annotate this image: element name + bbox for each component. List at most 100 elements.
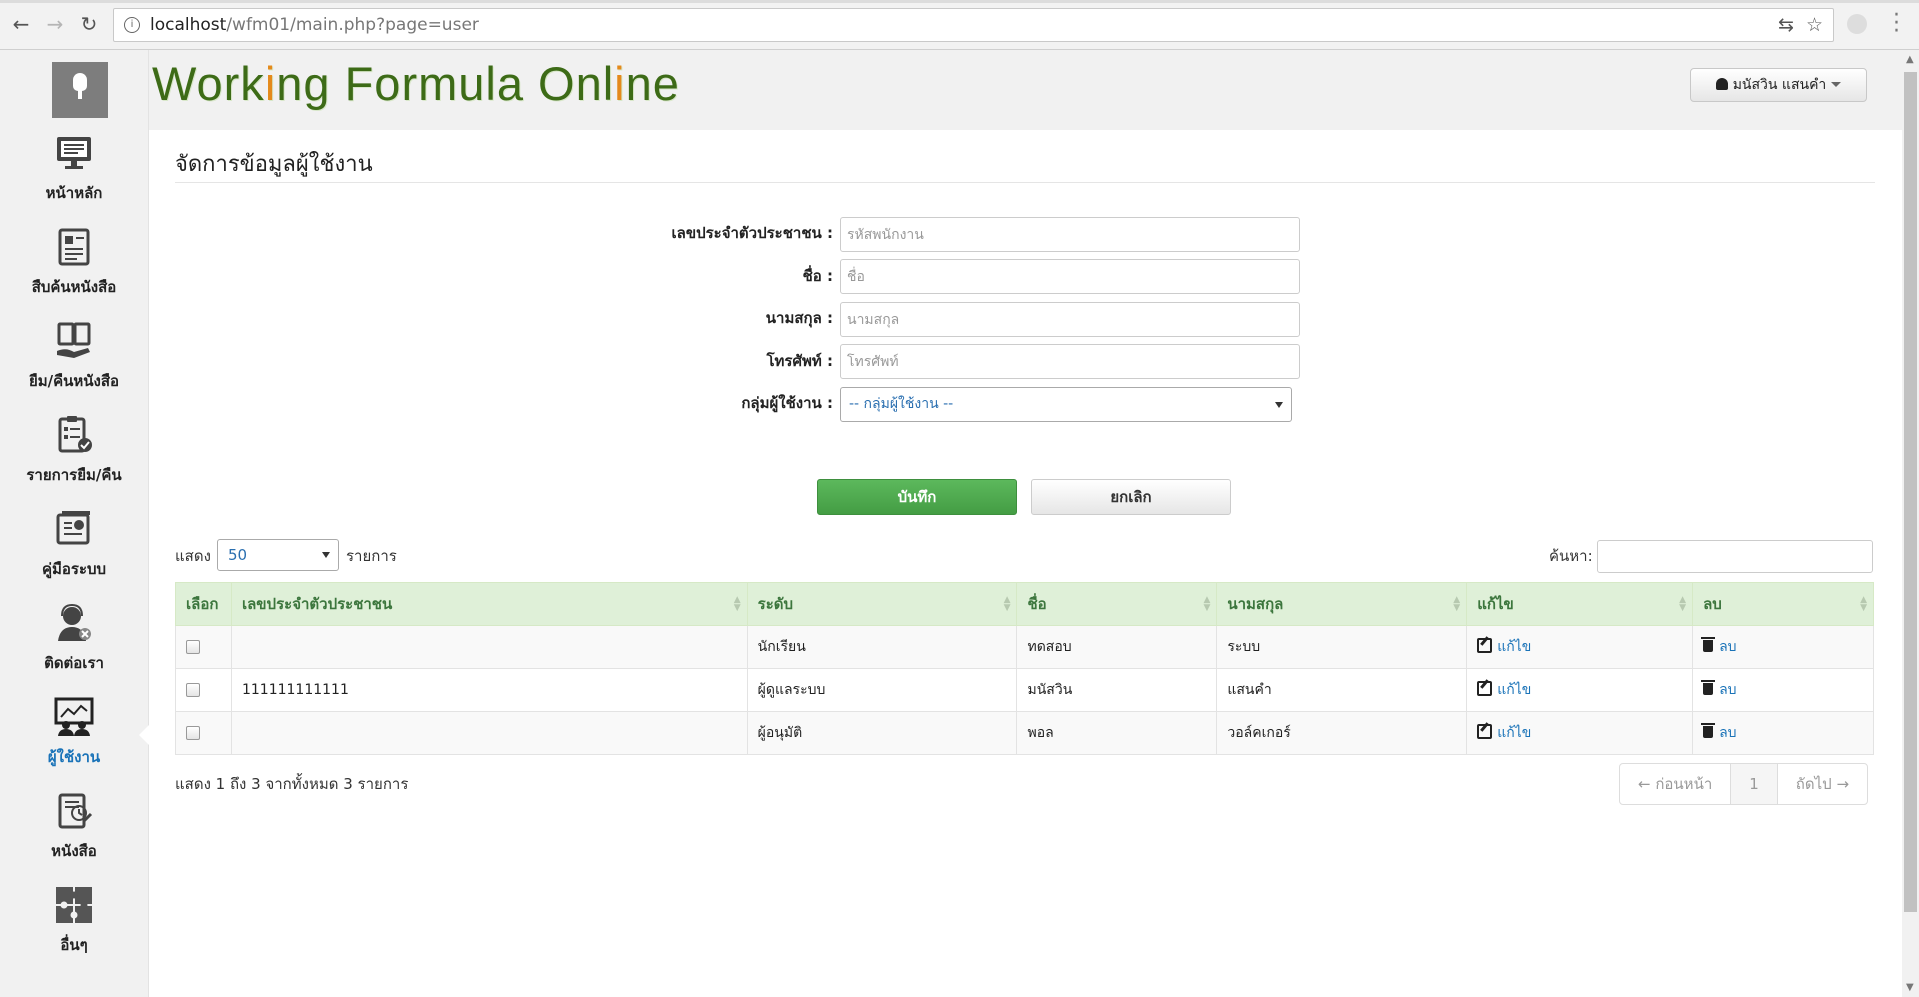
- id-cell: 111111111111: [230, 668, 748, 712]
- surname-label: นามสกุล :: [765, 309, 833, 327]
- sidebar-item-users[interactable]: ผู้ใช้งาน: [0, 697, 148, 787]
- sidebar-item-label: คู่มือระบบ: [41, 560, 107, 578]
- col-header-id[interactable]: เลขประจำตัวประชาชน ▲ ▼: [230, 582, 748, 626]
- sort-icon: ▲ ▼: [1453, 595, 1461, 613]
- select-cell: [175, 668, 232, 712]
- col-header-label: แก้ไข: [1477, 595, 1514, 613]
- row-checkbox[interactable]: [186, 683, 200, 697]
- logo-text-6: ne: [625, 57, 680, 110]
- sidebar-item-label: หนังสือ: [51, 842, 97, 860]
- phone-input[interactable]: [840, 344, 1300, 379]
- sort-icon: ▲ ▼: [1860, 595, 1867, 613]
- reload-icon[interactable]: ↻: [77, 12, 101, 36]
- sidebar-item-label: หน้าหลัก: [45, 184, 103, 202]
- sidebar-item-search-books[interactable]: สืบค้นหนังสือ: [0, 227, 148, 317]
- lastname-cell: วอล์คเกอร์: [1216, 711, 1468, 755]
- sidebar-item-home[interactable]: หน้าหลัก: [0, 133, 148, 223]
- scrollbar-thumb[interactable]: [1904, 72, 1917, 912]
- url-path: /wfm01/main.php?page=user: [226, 15, 479, 35]
- sidebar-item-borrow-return[interactable]: ยืม/คืนหนังสือ: [0, 321, 148, 411]
- sidebar-item-label: อื่นๆ: [60, 936, 88, 954]
- col-header-label: นามสกุล: [1227, 595, 1284, 613]
- edit-icon: [1477, 638, 1493, 653]
- name-input[interactable]: [840, 259, 1300, 294]
- edit-link[interactable]: แก้ไข: [1477, 638, 1531, 655]
- dropdown-arrow-icon: [322, 552, 330, 558]
- col-header-edit[interactable]: แก้ไข ▲ ▼: [1466, 582, 1694, 626]
- show-label: แสดง: [175, 547, 211, 565]
- entries-label: รายการ: [346, 547, 397, 565]
- address-bar[interactable]: i localhost/wfm01/main.php?page=user ⇆ ☆: [113, 8, 1834, 42]
- delete-link[interactable]: ลบ: [1701, 723, 1737, 741]
- avatar[interactable]: [52, 62, 108, 118]
- page-title: จัดการข้อมูลผู้ใช้งาน: [175, 152, 373, 177]
- user-icon: [1715, 78, 1728, 90]
- firstname-cell: มนัสวิน: [1016, 668, 1218, 712]
- edit-cell: แก้ไข: [1466, 668, 1694, 712]
- lastname-cell: แสนคำ: [1216, 668, 1468, 712]
- group-select[interactable]: -- กลุ่มผู้ใช้งาน --: [840, 387, 1292, 422]
- col-header-label: ระดับ: [757, 595, 794, 613]
- id-label: เลขประจำตัวประชาชน :: [671, 224, 833, 242]
- sidebar-item-borrow-list[interactable]: รายการยืม/คืน: [0, 415, 148, 505]
- col-header-firstname[interactable]: ชื่อ ▲ ▼: [1016, 582, 1218, 626]
- delete-link[interactable]: ลบ: [1701, 680, 1737, 698]
- url-text[interactable]: localhost/wfm01/main.php?page=user: [150, 15, 479, 35]
- books-hand-icon: [57, 322, 91, 358]
- sidebar-item-contact[interactable]: ติดต่อเรา: [0, 603, 148, 693]
- trash-icon: [1701, 680, 1716, 695]
- edit-link[interactable]: แก้ไข: [1477, 724, 1531, 741]
- info-icon[interactable]: i: [124, 17, 140, 33]
- cancel-button[interactable]: ยกเลิก: [1031, 479, 1231, 515]
- back-arrow-icon[interactable]: ←: [9, 12, 33, 36]
- sidebar-item-label: ยืม/คืนหนังสือ: [28, 372, 120, 390]
- sidebar-item-manual[interactable]: คู่มือระบบ: [0, 509, 148, 599]
- row-checkbox[interactable]: [186, 726, 200, 740]
- col-header-delete[interactable]: ลบ ▲ ▼: [1692, 582, 1874, 626]
- edit-icon: [1477, 681, 1493, 696]
- row-checkbox[interactable]: [186, 640, 200, 654]
- search-input[interactable]: [1597, 540, 1873, 573]
- edit-link[interactable]: แก้ไข: [1477, 681, 1532, 698]
- logo-text-5: i: [614, 57, 626, 110]
- next-page-button[interactable]: ถัดไป →: [1778, 764, 1867, 804]
- select-cell: [175, 711, 232, 755]
- scroll-down-icon[interactable]: ▼: [1906, 982, 1914, 993]
- page-length-select[interactable]: 50: [217, 539, 339, 571]
- monitor-icon: [57, 137, 91, 169]
- sort-icon: ▲ ▼: [733, 595, 741, 613]
- user-menu-button[interactable]: มนัสวิน แสนคำ: [1690, 68, 1867, 102]
- book-edit-icon: [58, 793, 93, 829]
- extension-icon[interactable]: [1847, 14, 1867, 34]
- table-row: ผู้อนุมัติ พอล วอล์คเกอร์ แก้ไข ลบ: [175, 711, 1874, 755]
- avatar-head: [73, 73, 87, 91]
- sidebar-item-others[interactable]: อื่นๆ: [0, 885, 148, 975]
- user-name: มนัสวิน แสนคำ: [1732, 77, 1827, 93]
- edit-label: แก้ไข: [1497, 682, 1532, 698]
- search-label: ค้นหา:: [1549, 547, 1593, 565]
- page-number-button[interactable]: 1: [1731, 764, 1778, 804]
- col-header-level[interactable]: ระดับ ▲ ▼: [746, 582, 1018, 626]
- app-logo[interactable]: Working Formula Online: [152, 56, 680, 111]
- id-input[interactable]: [840, 217, 1300, 252]
- bookmark-star-icon[interactable]: ☆: [1806, 14, 1823, 36]
- col-header-lastname[interactable]: นามสกุล ▲ ▼: [1216, 582, 1468, 626]
- browser-menu-icon[interactable]: · · ·: [1893, 5, 1900, 43]
- scroll-up-icon[interactable]: ▲: [1906, 54, 1914, 65]
- prev-page-button[interactable]: ← ก่อนหน้า: [1620, 764, 1732, 804]
- table-row: 111111111111 ผู้ดูแลระบบ มนัสวิน แสนคำ แ…: [175, 668, 1874, 712]
- tab-strip: [0, 0, 1919, 3]
- translate-icon[interactable]: ⇆: [1778, 14, 1794, 36]
- sidebar-item-books[interactable]: หนังสือ: [0, 791, 148, 881]
- sidebar-item-label: รายการยืม/คืน: [26, 466, 122, 484]
- firstname-cell: พอล: [1016, 711, 1218, 755]
- avatar-neck: [78, 90, 82, 99]
- dropdown-arrow-icon: [1275, 402, 1283, 408]
- save-button[interactable]: บันทึก: [817, 479, 1017, 515]
- surname-input[interactable]: [840, 302, 1300, 337]
- delete-link[interactable]: ลบ: [1701, 637, 1737, 655]
- forward-arrow-icon[interactable]: →: [43, 12, 67, 36]
- vertical-scrollbar[interactable]: ▲ ▼: [1902, 50, 1919, 997]
- trash-icon: [1701, 723, 1716, 738]
- id-cell: [230, 711, 748, 755]
